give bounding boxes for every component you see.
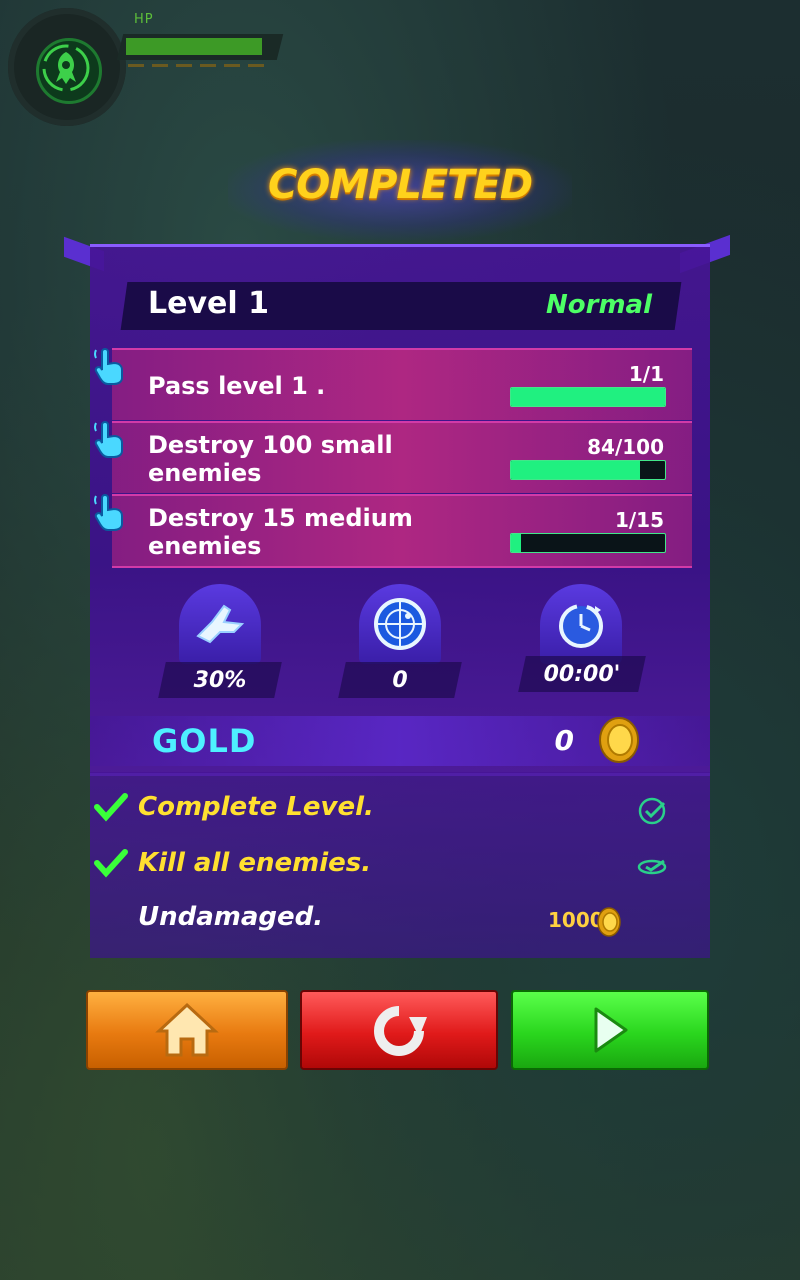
check-badge-icon [638,797,666,825]
divider [112,494,692,496]
hp-label: HP [134,12,154,27]
gold-label: GOLD [152,722,257,760]
retry-button[interactable] [300,990,498,1070]
divider [112,348,692,350]
quest-progress-fill [511,388,665,406]
tap-hand-icon [94,348,123,385]
radar-stat-badge [359,584,441,664]
play-icon [594,1007,628,1053]
time-value: 00:00' [543,662,621,687]
check-icon [94,849,128,878]
level-name: Level 1 [148,286,269,321]
check-icon [94,793,128,822]
quest-progress-fill [511,534,522,552]
hp-bar-fill [126,38,262,55]
tap-hand-icon [94,421,123,458]
radar-icon [374,598,426,650]
home-button[interactable] [86,990,288,1070]
energy-bar [128,64,264,67]
objective-text: Complete Level. [138,792,374,822]
retry-icon [374,1006,427,1056]
quest-progress-count: 84/100 [587,435,664,459]
quest-progress-count: 1/1 [628,362,664,386]
objective-text: Undamaged. [138,902,324,932]
quest-text: Destroy 100 small enemies [148,431,393,487]
gold-coin-icon [599,717,639,763]
quest-progress-bar [510,533,666,553]
quest-progress-fill [511,461,641,479]
tap-hand-icon [94,494,123,531]
radar-value: 0 [392,668,408,693]
ship-icon [196,604,245,644]
reward-value: 1000 [548,908,604,932]
objective-text: Kill all enemies. [138,848,372,878]
gold-value: 0 [554,724,574,757]
divider [112,421,692,423]
quest-progress-bar [510,387,666,407]
clock-icon [559,604,603,648]
difficulty-label: Normal [546,290,652,320]
quest-progress-count: 1/15 [614,508,664,532]
gold-coin-icon [597,907,621,937]
check-badge-icon [637,859,667,875]
accuracy-value: 30% [193,668,247,693]
accuracy-stat-badge [179,584,261,664]
quest-progress-bar [510,460,666,480]
next-level-button[interactable] [511,990,709,1070]
divider [112,566,692,568]
alien-emblem-icon [36,38,102,104]
time-stat-badge [540,584,622,664]
quest-text: Pass level 1 . [148,372,326,400]
quest-text: Destroy 15 medium enemies [148,504,413,560]
home-icon [155,1002,219,1057]
page-title: COMPLETED [267,162,533,208]
